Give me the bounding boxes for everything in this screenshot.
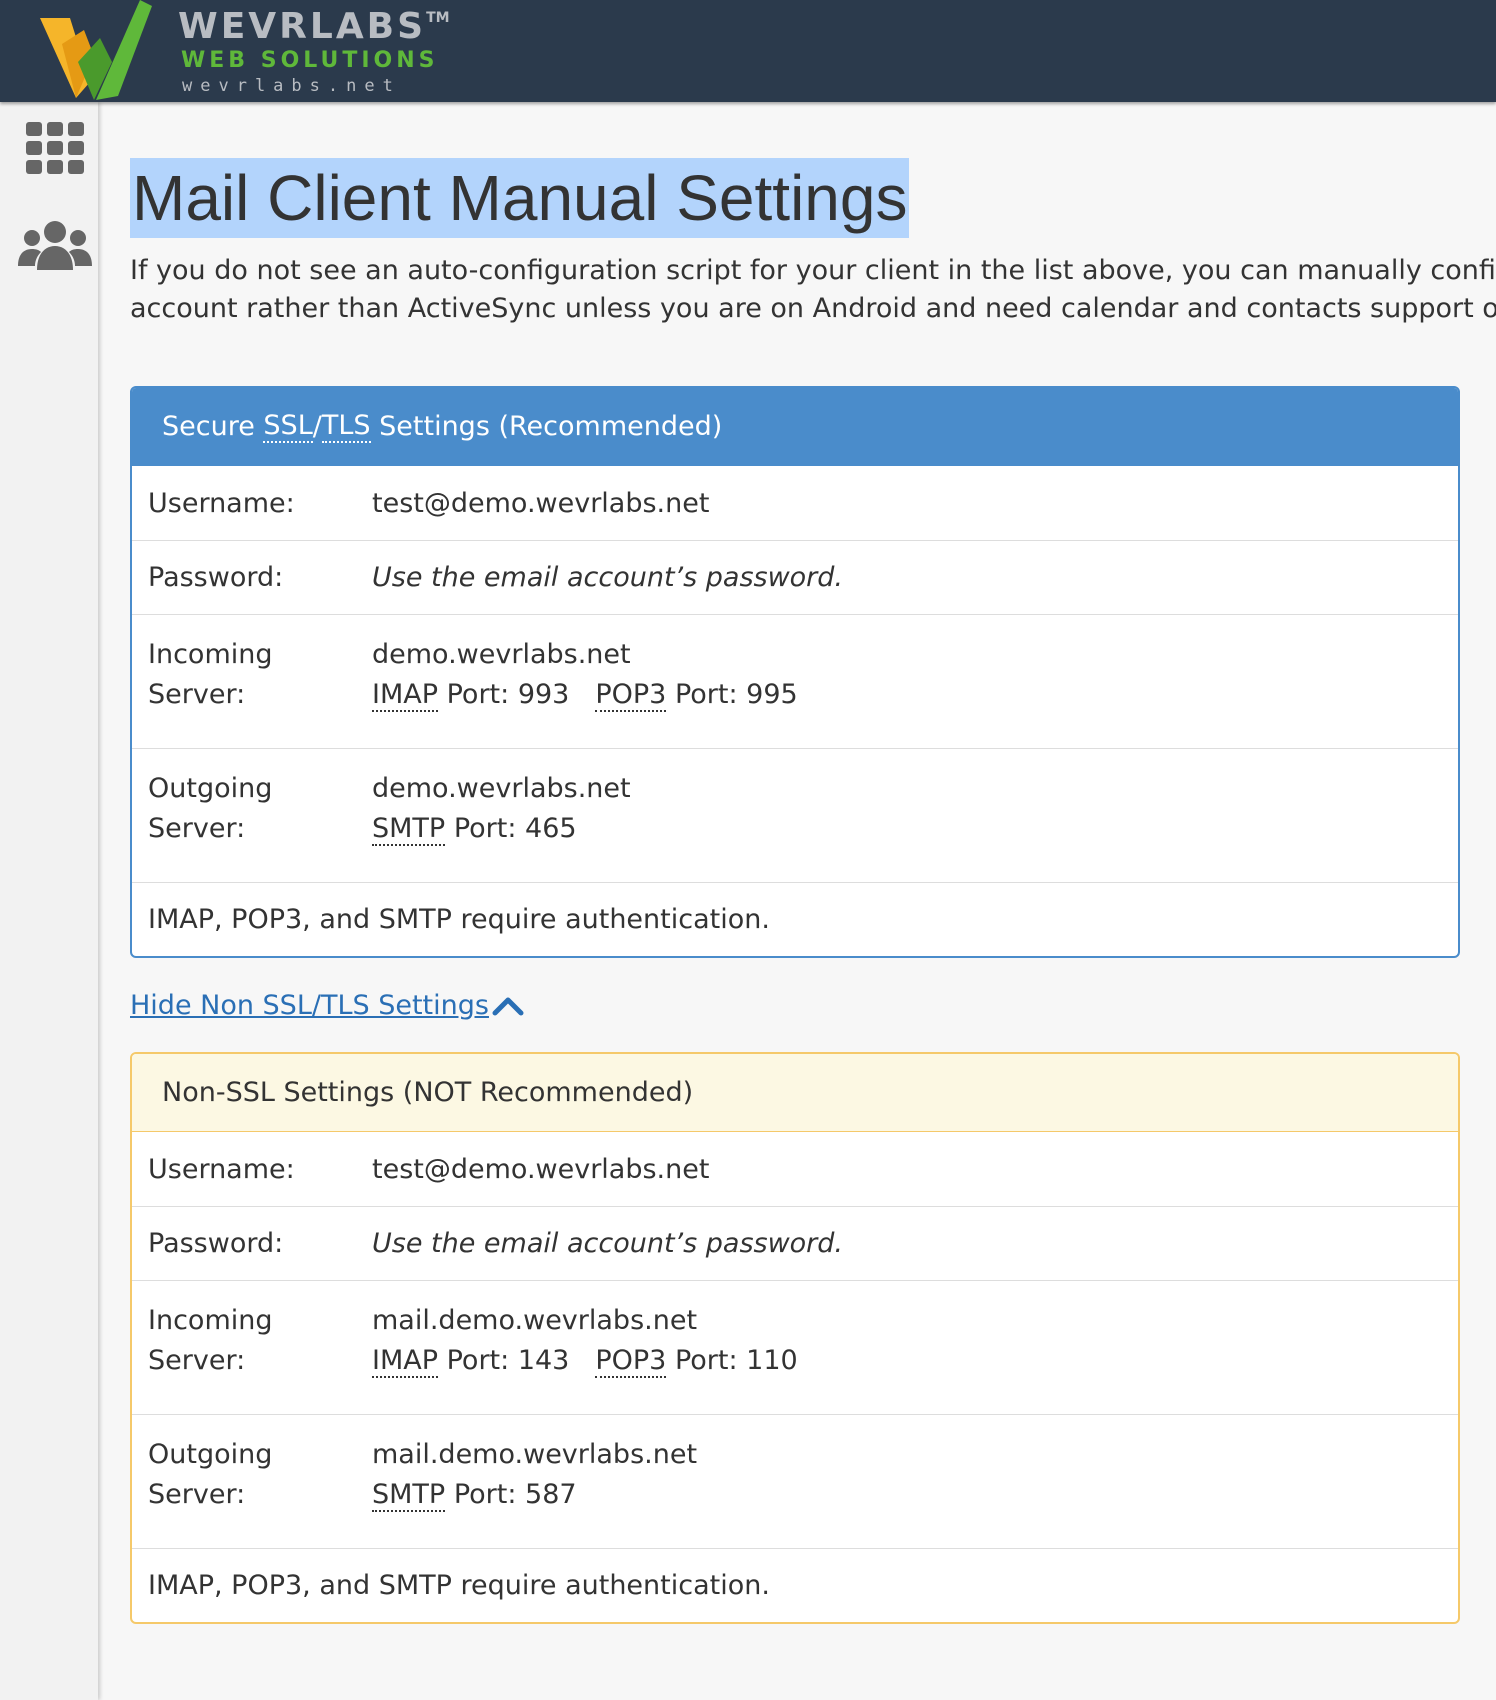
pop3-abbr: POP3 xyxy=(595,679,667,712)
incoming-label-line2: Server: xyxy=(148,679,246,710)
smtp-port: Port: 587 xyxy=(453,1479,577,1510)
secure-panel-heading: Secure SSL / TLS Settings (Recommended) xyxy=(132,388,1458,466)
password-value: Use the email account’s password. xyxy=(372,1228,843,1259)
outgoing-server-row: Outgoing Server: demo.wevrlabs.net SMTP … xyxy=(132,748,1458,882)
outgoing-server-label: Outgoing Server: xyxy=(132,1435,372,1548)
non-ssl-panel-body: Username: test@demo.wevrlabs.net Passwor… xyxy=(132,1132,1458,1622)
chevron-up-icon xyxy=(492,997,524,1015)
intro-line-2: account rather than ActiveSync unless yo… xyxy=(130,293,1496,324)
outgoing-label-line1: Outgoing xyxy=(148,773,273,804)
brand-url: wevrlabs.net xyxy=(182,76,401,96)
imap-abbr: IMAP xyxy=(372,1345,439,1378)
username-row: Username: test@demo.wevrlabs.net xyxy=(132,1132,1458,1206)
incoming-server-row: Incoming Server: mail.demo.wevrlabs.net … xyxy=(132,1280,1458,1414)
incoming-server-row: Incoming Server: demo.wevrlabs.net IMAP … xyxy=(132,614,1458,748)
incoming-host: mail.demo.wevrlabs.net xyxy=(372,1305,698,1336)
smtp-abbr: SMTP xyxy=(372,1479,446,1512)
imap-port: Port: 993 xyxy=(446,679,570,710)
heading-prefix: Secure xyxy=(162,411,255,442)
imap-port: Port: 143 xyxy=(446,1345,570,1376)
outgoing-server-row: Outgoing Server: mail.demo.wevrlabs.net … xyxy=(132,1414,1458,1548)
incoming-ports: IMAP Port: 993 POP3 Port: 995 xyxy=(372,675,1458,715)
outgoing-server-value: demo.wevrlabs.net SMTP Port: 465 xyxy=(372,769,1458,882)
toggle-link-label: Hide Non SSL/TLS Settings xyxy=(130,990,489,1021)
non-ssl-settings-panel: Non-SSL Settings (NOT Recommended) Usern… xyxy=(130,1052,1460,1624)
non-ssl-panel-heading: Non-SSL Settings (NOT Recommended) xyxy=(132,1054,1458,1132)
brand-tagline: WEB SOLUTIONS xyxy=(181,48,439,73)
intro-line-1: If you do not see an auto-configuration … xyxy=(130,255,1496,286)
username-value: test@demo.wevrlabs.net xyxy=(372,487,710,519)
auth-note: IMAP, POP3, and SMTP require authenticat… xyxy=(132,882,1458,956)
trademark-symbol: TM xyxy=(426,10,450,26)
incoming-label-line2: Server: xyxy=(148,1345,246,1376)
outgoing-ports: SMTP Port: 587 xyxy=(372,1475,1458,1515)
incoming-host: demo.wevrlabs.net xyxy=(372,639,631,670)
password-label: Password: xyxy=(148,562,284,593)
ssl-abbr: SSL xyxy=(263,410,313,443)
heading-suffix: Settings (Recommended) xyxy=(379,411,723,442)
pop3-port: Port: 110 xyxy=(674,1345,798,1376)
hide-non-ssl-settings-link[interactable]: Hide Non SSL/TLS Settings xyxy=(130,990,525,1021)
incoming-server-label: Incoming Server: xyxy=(132,635,372,748)
outgoing-label-line1: Outgoing xyxy=(148,1439,273,1470)
brand-name: WEVRLABSTM xyxy=(178,6,450,47)
intro-text: If you do not see an auto-configuration … xyxy=(130,252,1496,328)
username-row: Username: test@demo.wevrlabs.net xyxy=(132,466,1458,540)
password-row: Password: Use the email account’s passwo… xyxy=(132,1206,1458,1280)
smtp-abbr: SMTP xyxy=(372,813,446,846)
username-label: Username: xyxy=(148,487,295,519)
wevrlabs-logo-mark xyxy=(40,0,152,100)
outgoing-server-label: Outgoing Server: xyxy=(132,769,372,882)
brand-name-text: WEVRLABS xyxy=(178,6,427,47)
secure-settings-panel: Secure SSL / TLS Settings (Recommended) Us… xyxy=(130,386,1460,958)
grid-icon[interactable] xyxy=(26,122,84,174)
incoming-server-value: mail.demo.wevrlabs.net IMAP Port: 143 POP… xyxy=(372,1301,1458,1414)
username-label: Username: xyxy=(148,1153,295,1185)
password-label: Password: xyxy=(148,1228,284,1259)
heading-slash: / xyxy=(312,411,322,442)
top-header: WEVRLABSTM WEB SOLUTIONS wevrlabs.net xyxy=(0,0,1496,102)
outgoing-label-line2: Server: xyxy=(148,1479,246,1510)
incoming-label-line1: Incoming xyxy=(148,639,273,670)
incoming-server-value: demo.wevrlabs.net IMAP Port: 993 POP3 Por… xyxy=(372,635,1458,748)
outgoing-host: demo.wevrlabs.net xyxy=(372,773,631,804)
sidebar xyxy=(0,102,98,1700)
outgoing-server-value: mail.demo.wevrlabs.net SMTP Port: 587 xyxy=(372,1435,1458,1548)
incoming-server-label: Incoming Server: xyxy=(132,1301,372,1414)
password-row: Password: Use the email account’s passwo… xyxy=(132,540,1458,614)
page-title: Mail Client Manual Settings xyxy=(130,158,910,238)
smtp-port: Port: 465 xyxy=(453,813,577,844)
incoming-ports: IMAP Port: 143 POP3 Port: 110 xyxy=(372,1341,1458,1381)
brand-logo[interactable]: WEVRLABSTM WEB SOLUTIONS wevrlabs.net xyxy=(40,0,460,100)
pop3-abbr: POP3 xyxy=(595,1345,667,1378)
users-icon[interactable] xyxy=(18,220,92,272)
incoming-label-line1: Incoming xyxy=(148,1305,273,1336)
imap-abbr: IMAP xyxy=(372,679,439,712)
password-value: Use the email account’s password. xyxy=(372,562,843,593)
outgoing-label-line2: Server: xyxy=(148,813,246,844)
outgoing-host: mail.demo.wevrlabs.net xyxy=(372,1439,698,1470)
tls-abbr: TLS xyxy=(321,410,371,443)
outgoing-ports: SMTP Port: 465 xyxy=(372,809,1458,849)
secure-panel-body: Username: test@demo.wevrlabs.net Passwor… xyxy=(132,466,1458,956)
pop3-port: Port: 995 xyxy=(674,679,798,710)
username-value: test@demo.wevrlabs.net xyxy=(372,1153,710,1185)
auth-note: IMAP, POP3, and SMTP require authenticat… xyxy=(132,1548,1458,1622)
